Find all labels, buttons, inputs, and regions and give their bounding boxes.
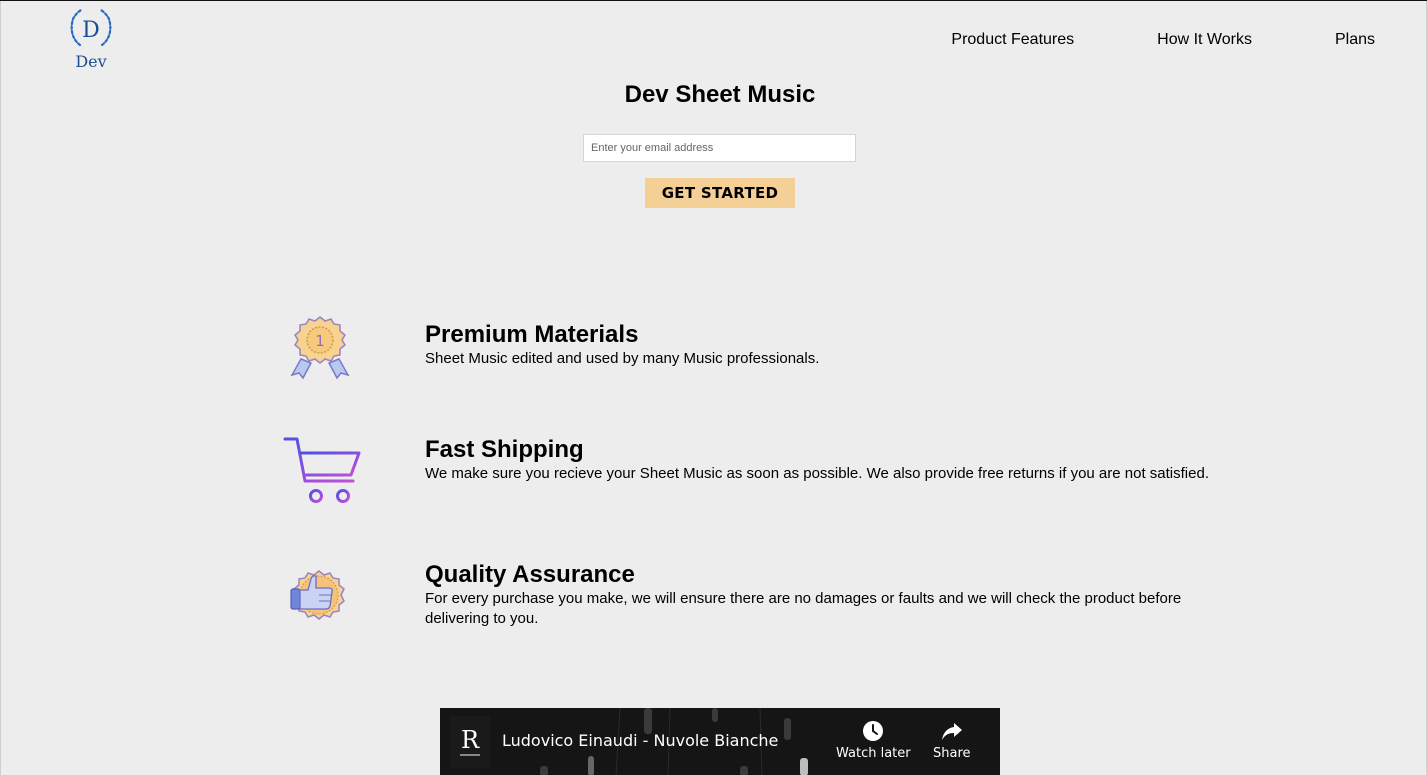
video-title[interactable]: Ludovico Einaudi - Nuvole Bianche <box>502 731 778 750</box>
get-started-button[interactable]: GET STARTED <box>645 178 795 208</box>
laurel-logo-icon: D <box>70 8 112 47</box>
share-arrow-icon <box>941 723 962 740</box>
feature-text: Quality Assurance For every purchase you… <box>425 561 1215 629</box>
feature-description: Sheet Music edited and used by many Musi… <box>425 350 820 367</box>
logo-letter: D <box>82 18 100 43</box>
thumbs-up-badge-icon <box>290 570 345 620</box>
channel-logo-icon: R <box>460 726 480 756</box>
feature-description: We make sure you recieve your Sheet Musi… <box>425 465 1209 482</box>
nav-product-features[interactable]: Product Features <box>951 31 1074 49</box>
video-embed[interactable]: R Ludovico Einaudi - Nuvole Bianche Watc… <box>440 708 1000 775</box>
share-label: Share <box>933 746 971 761</box>
nav-plans[interactable]: Plans <box>1335 31 1375 49</box>
main-nav: Product Features How It Works Plans <box>951 31 1375 49</box>
shopping-cart-icon <box>275 437 361 503</box>
logo-text: Dev <box>75 52 107 71</box>
share-button[interactable]: Share <box>933 720 971 761</box>
watch-later-label: Watch later <box>836 746 911 761</box>
email-input[interactable] <box>583 134 856 162</box>
channel-avatar[interactable]: R <box>450 716 490 768</box>
feature-title: Premium Materials <box>425 321 639 348</box>
feature-text: Premium Materials Sheet Music edited and… <box>425 321 1215 369</box>
logo[interactable]: D Dev <box>66 7 116 71</box>
feature-description: For every purchase you make, we will ens… <box>425 590 1182 627</box>
award-medal-icon: 1 <box>290 316 350 380</box>
feature-text: Fast Shipping We make sure you recieve y… <box>425 436 1215 484</box>
page-title: Dev Sheet Music <box>624 81 816 108</box>
clock-icon <box>863 721 884 741</box>
watch-later-button[interactable]: Watch later <box>836 720 911 761</box>
svg-text:R: R <box>461 726 480 754</box>
svg-text:1: 1 <box>315 332 325 350</box>
page-frame <box>0 1 1427 775</box>
feature-title: Fast Shipping <box>425 436 584 463</box>
feature-title: Quality Assurance <box>425 561 635 588</box>
nav-how-it-works[interactable]: How It Works <box>1157 31 1252 49</box>
